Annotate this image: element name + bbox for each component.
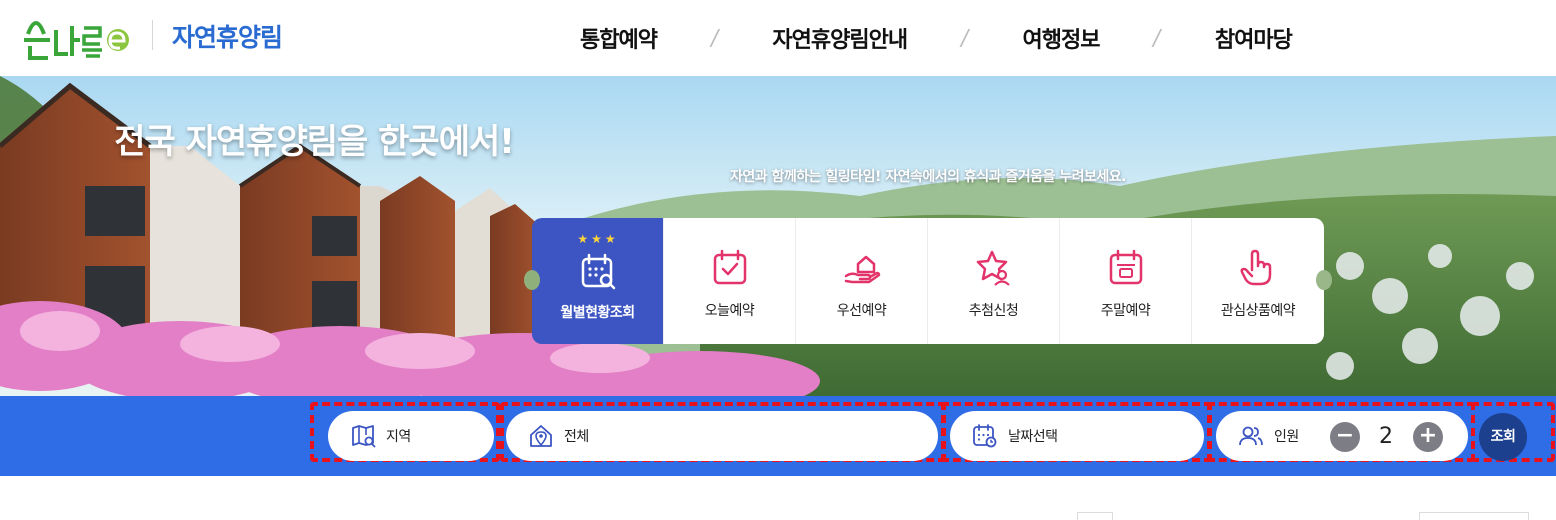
nav-separator: /: [708, 25, 721, 51]
nav-item-integrated-booking[interactable]: 통합예약: [580, 22, 658, 54]
people-icon: [1239, 426, 1263, 446]
map-search-icon: [352, 425, 376, 448]
nav-item-forest-info[interactable]: 자연휴양림안내: [772, 22, 908, 54]
star-person-icon: [976, 250, 1010, 286]
search-submit-button[interactable]: 조회: [1479, 413, 1527, 461]
quick-item-wishlist-booking[interactable]: 관심상품예약: [1192, 218, 1332, 344]
people-label: 인원: [1274, 429, 1299, 445]
facility-select-label: 전체: [564, 429, 589, 445]
quick-menu: ★★★ 월별현황조회 오늘예약 우선예약 추첨신청 주말예약 관심상품예약: [524, 218, 1332, 344]
quick-item-label: 추첨신청: [968, 303, 1019, 319]
quick-item-weekend-booking[interactable]: 주말예약: [1060, 218, 1192, 344]
nav-separator: /: [958, 25, 971, 51]
ticket-notch: [524, 270, 540, 290]
quick-item-lottery-apply[interactable]: 추첨신청: [928, 218, 1060, 344]
hero-title-text: 전국 자연휴양림을 한곳에서!: [114, 122, 515, 162]
quick-item-monthly-status[interactable]: ★★★ 월별현황조회: [524, 218, 664, 344]
quick-item-priority-booking[interactable]: 우선예약: [796, 218, 928, 344]
quick-item-today-booking[interactable]: 오늘예약: [664, 218, 796, 344]
nav-item-travel-info[interactable]: 여행정보: [1023, 22, 1101, 54]
site-header: 자연휴양림 통합예약 / 자연휴양림안내 / 여행정보 / 참여마당: [0, 0, 1556, 76]
calendar-clock-icon: [973, 424, 997, 448]
hero-subtitle: 자연과 함께하는 힐링타임! 자연속에서의 휴식과 즐거움을 누려보세요.: [730, 169, 1126, 185]
house-pin-icon: [530, 425, 552, 447]
nav-separator: /: [1151, 25, 1164, 51]
calendar-search-icon: [581, 253, 615, 290]
hero-title: 전국 자연휴양림을 한곳에서!: [0, 114, 1556, 163]
below-fold-element: [1077, 512, 1113, 520]
quick-item-label: 관심상품예약: [1220, 303, 1296, 319]
calendar-weekend-icon: [1109, 249, 1142, 285]
date-select[interactable]: 날짜선택: [950, 411, 1204, 461]
site-name[interactable]: 자연휴양림: [172, 18, 283, 54]
nav-item-community[interactable]: 참여마당: [1215, 22, 1293, 54]
date-select-label: 날짜선택: [1008, 429, 1058, 445]
region-select[interactable]: 지역: [328, 411, 494, 461]
people-increase-button[interactable]: +: [1413, 422, 1443, 452]
quick-item-label: 우선예약: [836, 303, 887, 319]
quick-item-label: 월별현황조회: [560, 305, 635, 321]
facility-select[interactable]: 전체: [506, 411, 938, 461]
stars-icon: ★★★: [577, 232, 619, 246]
below-fold-element: [1419, 512, 1529, 520]
logo-divider: [152, 20, 153, 50]
pointing-hand-icon: [1240, 249, 1272, 286]
main-nav: 통합예약 / 자연휴양림안내 / 여행정보 / 참여마당: [580, 0, 1293, 76]
people-count: 2: [1379, 424, 1393, 449]
people-decrease-button[interactable]: −: [1330, 422, 1360, 452]
quick-item-label: 오늘예약: [704, 303, 755, 319]
site-logo[interactable]: [20, 4, 132, 64]
calendar-check-icon: [713, 249, 746, 285]
quick-item-label: 주말예약: [1100, 303, 1151, 319]
ticket-notch: [1316, 270, 1332, 290]
hand-house-icon: [844, 255, 880, 284]
region-select-label: 지역: [386, 429, 411, 445]
